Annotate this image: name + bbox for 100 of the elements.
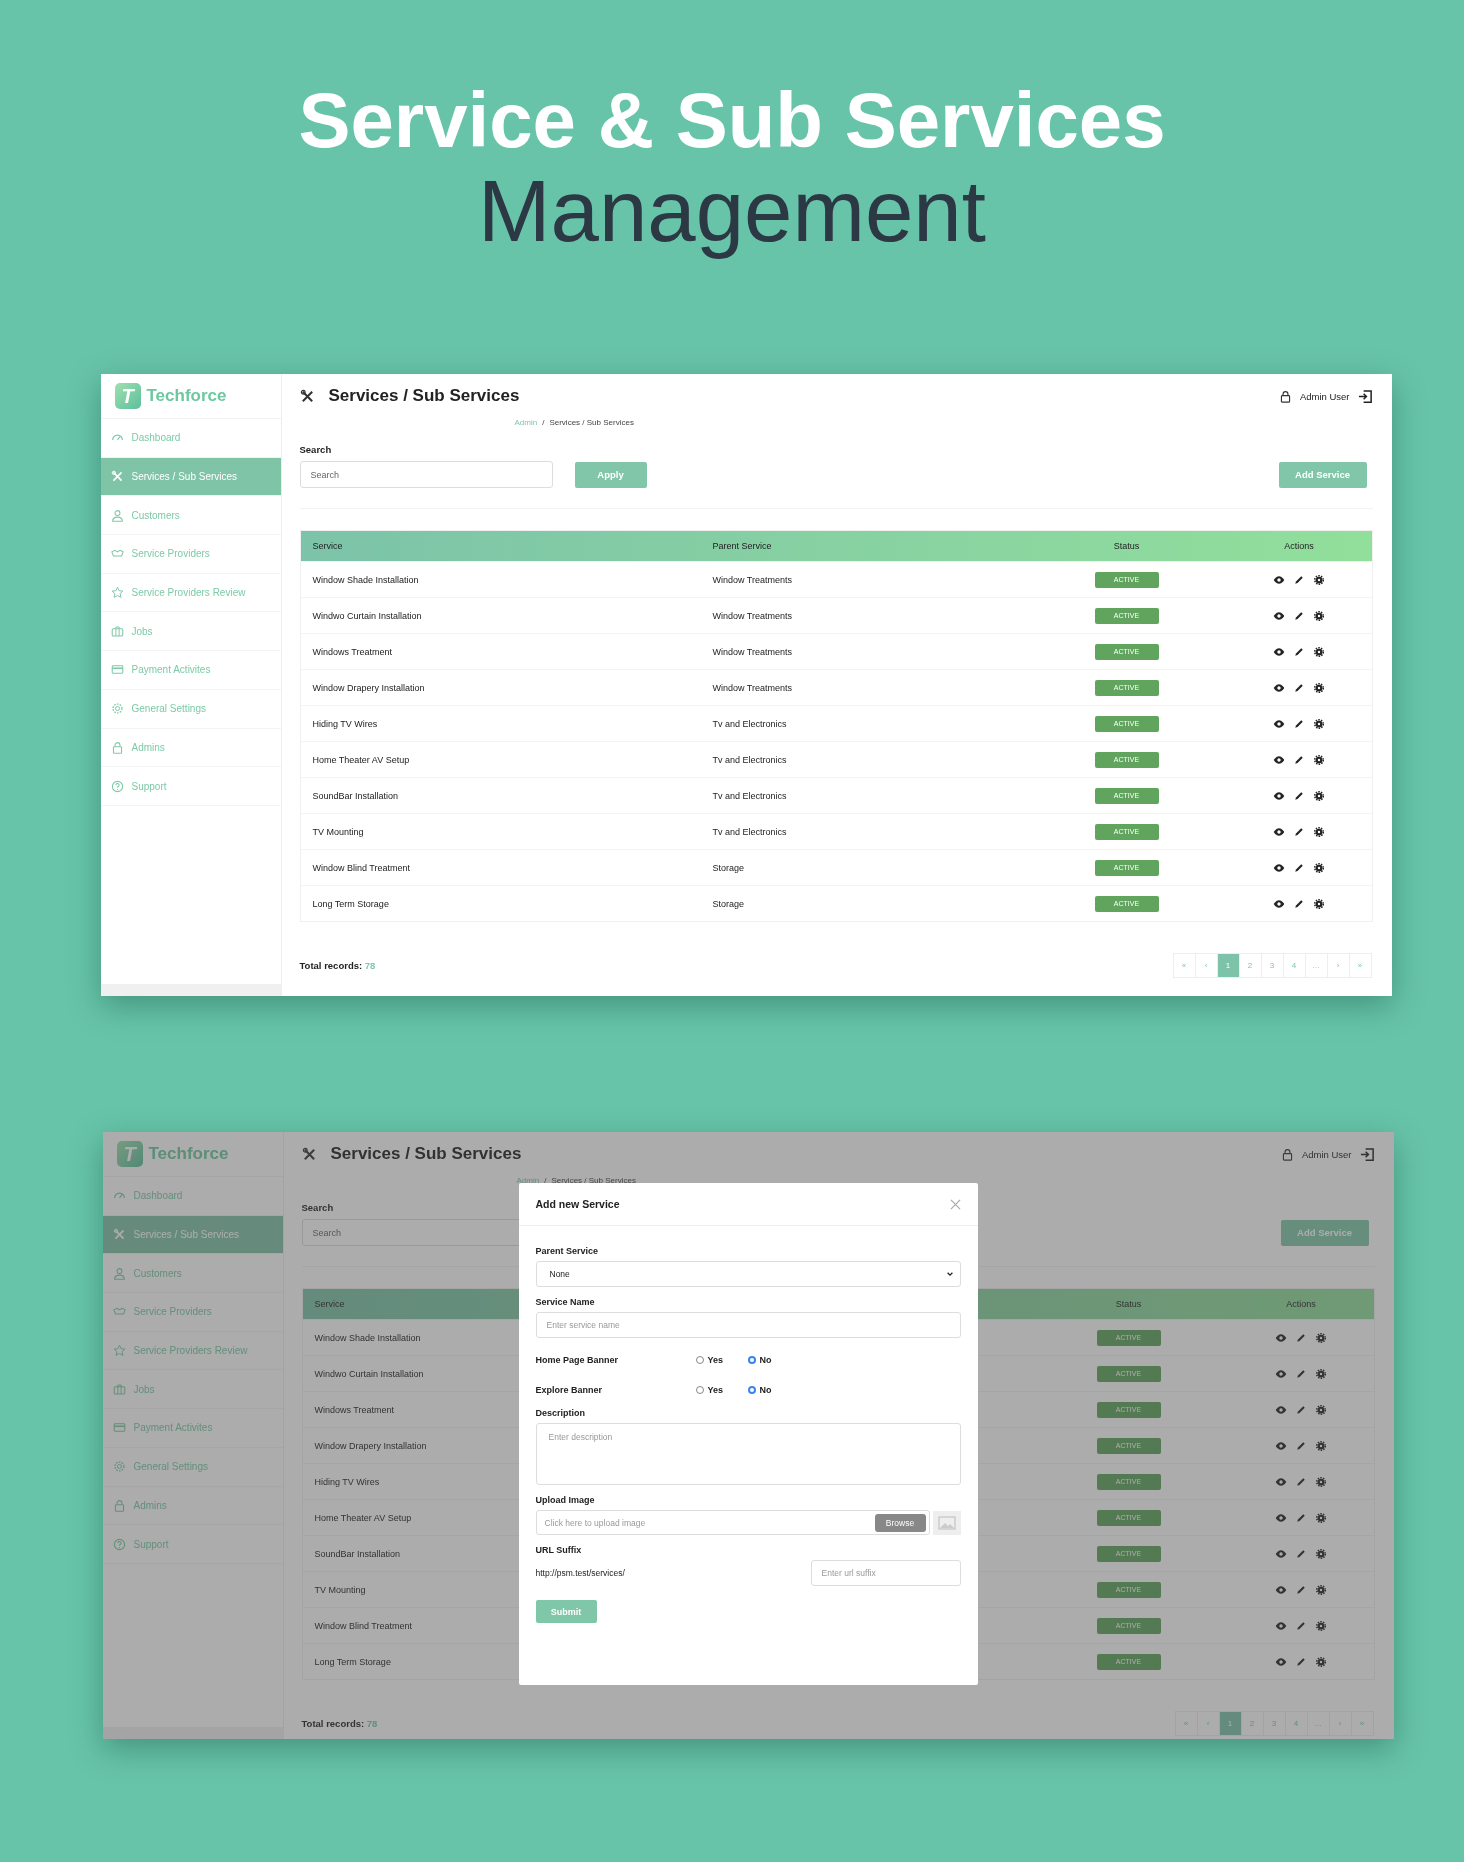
settings-icon[interactable] — [1315, 1619, 1327, 1632]
pencil-icon[interactable] — [1295, 1331, 1307, 1344]
sidebar-item[interactable]: Admins — [100, 728, 281, 768]
pencil-icon[interactable] — [1293, 825, 1305, 838]
settings-icon[interactable] — [1315, 1331, 1327, 1344]
pencil-icon[interactable] — [1295, 1511, 1307, 1524]
pencil-icon[interactable] — [1295, 1655, 1307, 1668]
sidebar-item[interactable]: Payment Activites — [100, 651, 281, 690]
page-link[interactable]: ‹ — [1194, 954, 1217, 977]
radio-button[interactable] — [747, 1386, 756, 1394]
page-link[interactable]: 4 — [1282, 954, 1305, 977]
sidebar-item[interactable]: Service Providers — [102, 1293, 283, 1332]
view-icon[interactable] — [1275, 1547, 1287, 1560]
settings-icon[interactable] — [1315, 1367, 1327, 1380]
page-link[interactable]: 2 — [1240, 1712, 1263, 1735]
logout-icon[interactable] — [1359, 1146, 1375, 1162]
sidebar-item[interactable]: Support — [100, 767, 281, 806]
service-name-field[interactable]: Enter service name — [535, 1312, 961, 1338]
browse-button[interactable]: Browse — [874, 1513, 926, 1532]
add-service-button[interactable]: Add Service — [1280, 1219, 1369, 1246]
settings-icon[interactable] — [1313, 717, 1325, 730]
url-suffix-field[interactable]: Enter url suffix — [810, 1560, 961, 1586]
view-icon[interactable] — [1273, 573, 1285, 586]
sidebar-item[interactable]: General Settings — [100, 689, 281, 729]
sidebar-item[interactable]: Jobs — [100, 612, 281, 652]
view-icon[interactable] — [1275, 1511, 1287, 1524]
sidebar-item[interactable]: Customers — [100, 496, 281, 536]
view-icon[interactable] — [1273, 825, 1285, 838]
settings-icon[interactable] — [1315, 1403, 1327, 1416]
page-link[interactable]: « — [1175, 1712, 1197, 1735]
pencil-icon[interactable] — [1293, 861, 1305, 874]
settings-icon[interactable] — [1315, 1547, 1327, 1560]
user-name[interactable]: Admin User — [1299, 390, 1350, 402]
settings-icon[interactable] — [1313, 645, 1325, 658]
view-icon[interactable] — [1275, 1583, 1287, 1596]
sidebar-item[interactable]: Admins — [102, 1486, 283, 1526]
settings-icon[interactable] — [1313, 861, 1325, 874]
view-icon[interactable] — [1273, 861, 1285, 874]
settings-icon[interactable] — [1313, 789, 1325, 802]
pencil-icon[interactable] — [1293, 789, 1305, 802]
settings-icon[interactable] — [1315, 1439, 1327, 1452]
sidebar-item[interactable]: Service Providers — [100, 535, 281, 574]
view-icon[interactable] — [1273, 717, 1285, 730]
settings-icon[interactable] — [1313, 753, 1325, 766]
view-icon[interactable] — [1275, 1655, 1287, 1668]
view-icon[interactable] — [1273, 897, 1285, 910]
pencil-icon[interactable] — [1295, 1403, 1307, 1416]
description-field[interactable]: Enter description — [535, 1423, 961, 1485]
upload-field[interactable]: Click here to upload image Browse — [535, 1510, 930, 1535]
submit-button[interactable]: Submit — [535, 1600, 597, 1623]
pencil-icon[interactable] — [1293, 753, 1305, 766]
page-link[interactable]: « — [1173, 954, 1195, 977]
apply-button[interactable]: Apply — [574, 461, 647, 488]
settings-icon[interactable] — [1313, 825, 1325, 838]
parent-service-select[interactable]: None — [535, 1261, 961, 1287]
view-icon[interactable] — [1273, 681, 1285, 694]
page-link[interactable]: 3 — [1262, 1712, 1285, 1735]
pencil-icon[interactable] — [1295, 1475, 1307, 1488]
view-icon[interactable] — [1275, 1403, 1287, 1416]
sidebar-item[interactable]: Services / Sub Services — [100, 457, 281, 497]
settings-icon[interactable] — [1315, 1475, 1327, 1488]
settings-icon[interactable] — [1315, 1511, 1327, 1524]
page-link[interactable]: ‹ — [1196, 1712, 1219, 1735]
pencil-icon[interactable] — [1295, 1547, 1307, 1560]
sidebar-item[interactable]: Payment Activites — [102, 1409, 283, 1448]
pencil-icon[interactable] — [1295, 1367, 1307, 1380]
settings-icon[interactable] — [1313, 681, 1325, 694]
sidebar-item[interactable]: Dashboard — [100, 419, 281, 458]
page-link[interactable]: 3 — [1260, 954, 1283, 977]
page-link[interactable]: 4 — [1284, 1712, 1307, 1735]
sidebar-item[interactable]: Service Providers Review — [102, 1331, 283, 1371]
page-link[interactable]: › — [1326, 954, 1349, 977]
radio-button[interactable] — [747, 1356, 756, 1364]
sidebar-item[interactable]: Customers — [102, 1254, 283, 1294]
pencil-icon[interactable] — [1293, 645, 1305, 658]
pencil-icon[interactable] — [1295, 1439, 1307, 1452]
settings-icon[interactable] — [1315, 1583, 1327, 1596]
sidebar-item[interactable]: Dashboard — [102, 1177, 283, 1216]
settings-icon[interactable] — [1315, 1655, 1327, 1668]
pencil-icon[interactable] — [1295, 1619, 1307, 1632]
view-icon[interactable] — [1273, 609, 1285, 622]
page-link[interactable]: … — [1306, 1712, 1329, 1735]
view-icon[interactable] — [1275, 1475, 1287, 1488]
logout-icon[interactable] — [1357, 388, 1373, 404]
view-icon[interactable] — [1275, 1331, 1287, 1344]
page-link[interactable]: 1 — [1216, 954, 1239, 977]
view-icon[interactable] — [1273, 789, 1285, 802]
pencil-icon[interactable] — [1293, 573, 1305, 586]
page-link[interactable]: 2 — [1238, 954, 1261, 977]
view-icon[interactable] — [1275, 1619, 1287, 1632]
pencil-icon[interactable] — [1293, 609, 1305, 622]
view-icon[interactable] — [1273, 645, 1285, 658]
page-link[interactable]: » — [1348, 954, 1371, 977]
pencil-icon[interactable] — [1293, 681, 1305, 694]
sidebar-item[interactable]: Services / Sub Services — [102, 1215, 283, 1255]
add-service-button[interactable]: Add Service — [1278, 461, 1367, 488]
view-icon[interactable] — [1273, 753, 1285, 766]
user-name[interactable]: Admin User — [1301, 1148, 1352, 1160]
sidebar-item[interactable]: Service Providers Review — [100, 573, 281, 613]
search-field[interactable]: Search — [299, 461, 553, 488]
